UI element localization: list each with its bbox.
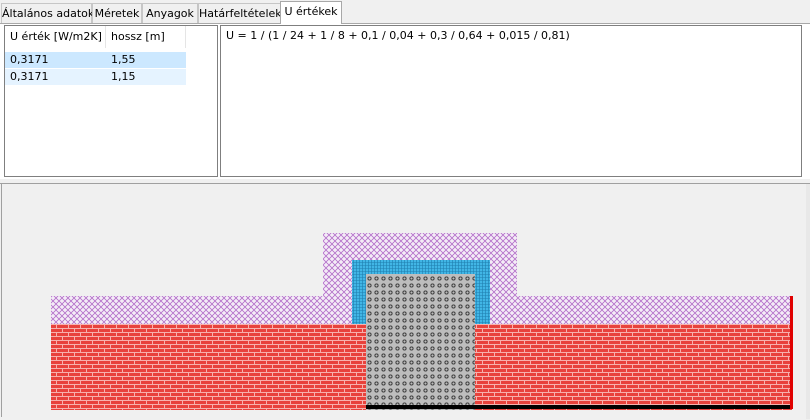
list-row[interactable]: 0,3171 1,55: [5, 52, 186, 68]
tab-materials[interactable]: Anyagok: [142, 3, 198, 23]
column-header-length[interactable]: hossz [m]: [106, 26, 186, 48]
u-value-cell: 0,3171: [10, 53, 49, 66]
tab-bar: Általános adatok Méretek Anyagok Határfe…: [0, 0, 810, 24]
cross-section-diagram: [1, 184, 806, 417]
formula-box: U = 1 / (1 / 24 + 1 / 8 + 0,1 / 0,04 + 0…: [220, 25, 802, 177]
right-boundary-red: [790, 296, 793, 409]
u-formula-text: U = 1 / (1 / 24 + 1 / 8 + 0,1 / 0,04 + 0…: [226, 29, 570, 42]
bottom-boundary-black: [366, 405, 792, 409]
length-cell: 1,55: [111, 53, 136, 66]
list-header: U érték [W/m2K] hossz [m]: [5, 26, 186, 48]
column-header-u-value[interactable]: U érték [W/m2K]: [5, 26, 106, 48]
tab-u-values[interactable]: U értékek: [280, 1, 342, 24]
concrete-column: [366, 274, 475, 410]
length-cell: 1,15: [111, 70, 136, 83]
vertical-scrollbar[interactable]: [806, 184, 810, 419]
tab-boundary-conditions[interactable]: Határfeltételek: [198, 3, 282, 23]
u-values-list[interactable]: U érték [W/m2K] hossz [m] 0,3171 1,55 0,…: [4, 25, 218, 177]
tab-dimensions[interactable]: Méretek: [92, 3, 142, 23]
cross-section-svg: [51, 233, 793, 410]
u-value-cell: 0,3171: [10, 70, 49, 83]
list-row[interactable]: 0,3171 1,15: [5, 69, 186, 85]
tab-general-data[interactable]: Általános adatok: [1, 3, 94, 23]
